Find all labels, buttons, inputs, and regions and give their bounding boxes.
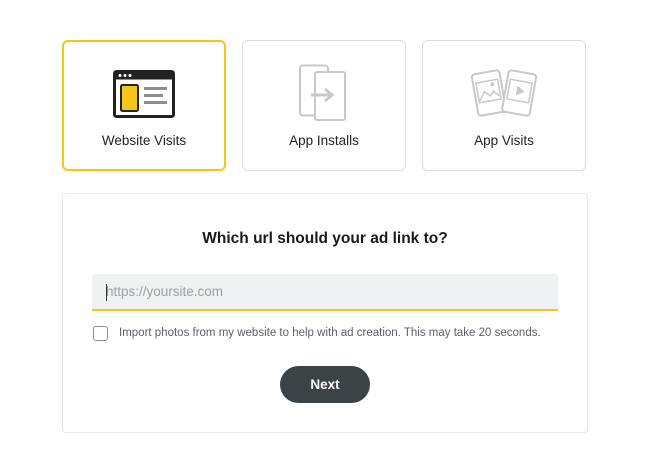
phone-install-icon — [289, 63, 359, 123]
panel-title: Which url should your ad link to? — [202, 230, 448, 247]
import-photos-label: Import photos from my website to help wi… — [119, 327, 541, 339]
next-button[interactable]: Next — [280, 366, 370, 403]
ad-objective-page: Website Visits App Installs App Visits W… — [0, 0, 650, 473]
browser-window-icon — [109, 64, 179, 124]
text-cursor — [106, 284, 107, 301]
import-photos-checkbox[interactable] — [93, 326, 108, 341]
objective-label: Website Visits — [101, 133, 187, 148]
objective-label: App Installs — [289, 133, 359, 148]
objective-label: App Visits — [474, 133, 534, 148]
objective-card-app-installs[interactable]: App Installs — [242, 40, 406, 171]
url-panel: Which url should your ad link to? Import… — [62, 193, 588, 433]
url-input[interactable] — [92, 274, 558, 311]
objective-card-website-visits[interactable]: Website Visits — [62, 40, 226, 171]
objective-card-app-visits[interactable]: App Visits — [422, 40, 586, 171]
app-cards-icon — [469, 63, 539, 123]
